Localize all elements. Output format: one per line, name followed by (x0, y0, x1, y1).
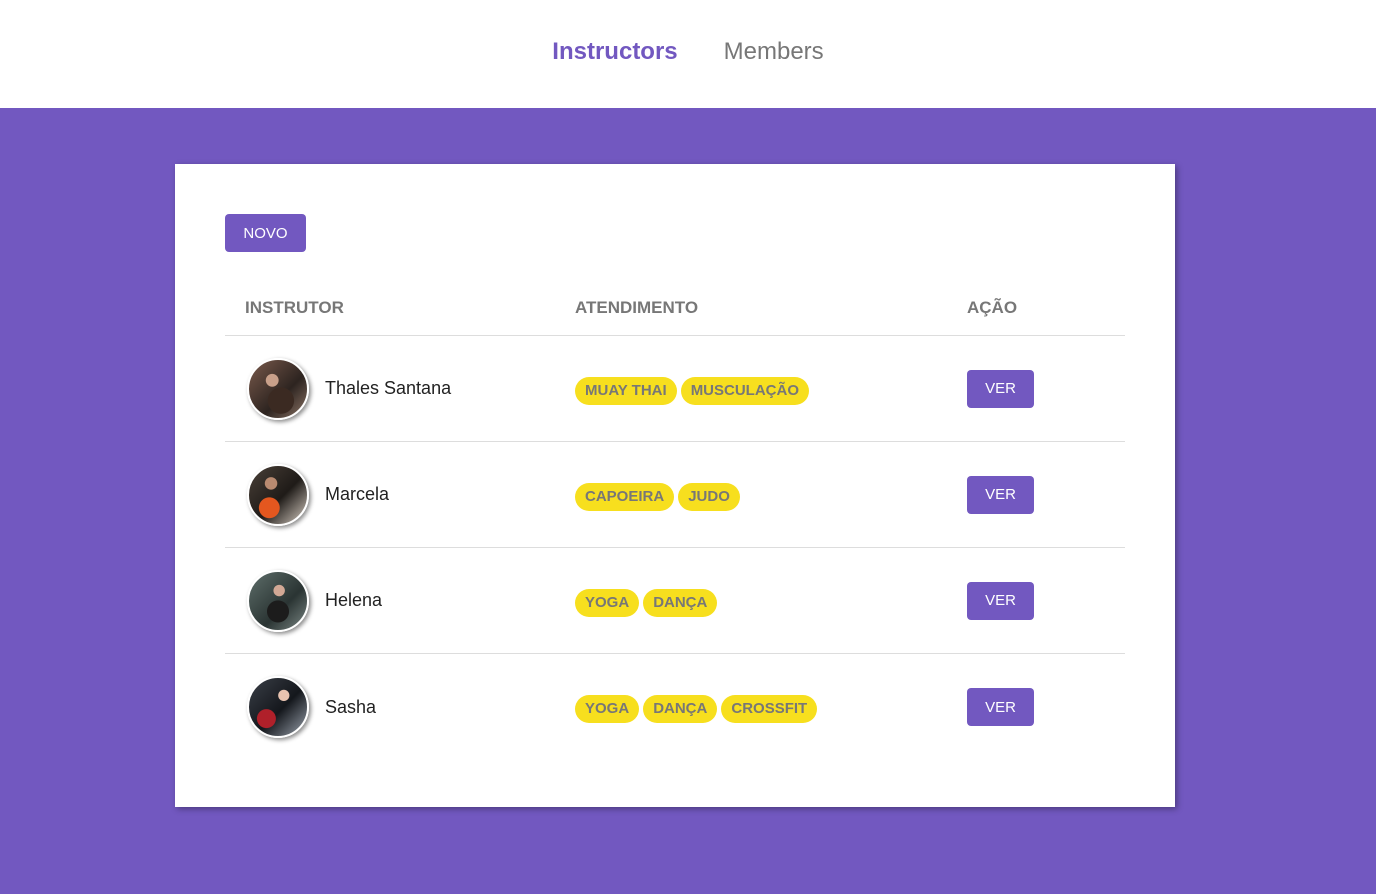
top-nav: Instructors Members (0, 0, 1376, 108)
instructors-card: Novo Instrutor Atendimento Ação Thales S… (175, 164, 1175, 807)
table-row: Sasha Yoga Dança Crossfit Ver (225, 654, 1125, 760)
table-header: Instrutor Atendimento Ação (225, 280, 1125, 336)
action-cell: Ver (967, 369, 1125, 408)
header-instrutor: Instrutor (245, 297, 344, 317)
action-cell: Ver (967, 688, 1125, 726)
service-tag: Musculação (680, 376, 810, 405)
view-button[interactable]: Ver (967, 581, 1034, 620)
header-acao: Ação (967, 297, 1018, 317)
view-button[interactable]: Ver (967, 369, 1034, 408)
avatar (247, 357, 309, 420)
instructor-cell: Helena (225, 569, 575, 632)
instructor-name: Thales Santana (325, 378, 452, 398)
table-row: Marcela Capoeira Judo Ver (225, 442, 1125, 548)
services-cell: Capoeira Judo (575, 479, 967, 511)
instructor-cell: Sasha (225, 676, 575, 738)
header-atendimento: Atendimento (575, 297, 699, 317)
instructor-name: Sasha (325, 696, 377, 717)
services-cell: Yoga Dança (575, 585, 967, 617)
service-tag: Dança (643, 695, 718, 723)
avatar (247, 463, 309, 526)
service-tag: Capoeira (575, 482, 675, 511)
instructors-table: Instrutor Atendimento Ação Thales Santan… (225, 280, 1125, 760)
nav-link-instructors[interactable]: Instructors (552, 38, 677, 66)
service-tag: Yoga (575, 695, 640, 723)
view-button[interactable]: Ver (967, 475, 1034, 514)
instructor-name: Marcela (325, 484, 390, 504)
service-tag: Muay Thai (575, 376, 677, 405)
view-button[interactable]: Ver (967, 688, 1034, 726)
service-tag: Dança (643, 588, 718, 617)
services-cell: Muay Thai Musculação (575, 373, 967, 405)
table-row: Helena Yoga Dança Ver (225, 548, 1125, 654)
avatar (247, 569, 309, 632)
new-instructor-button[interactable]: Novo (225, 214, 306, 252)
instructor-name: Helena (325, 590, 383, 610)
instructor-cell: Marcela (225, 463, 575, 526)
service-tag: Yoga (575, 588, 640, 617)
action-cell: Ver (967, 475, 1125, 514)
action-cell: Ver (967, 581, 1125, 620)
services-cell: Yoga Dança Crossfit (575, 691, 967, 723)
instructor-cell: Thales Santana (225, 357, 575, 420)
nav-link-members[interactable]: Members (724, 38, 824, 66)
service-tag: Judo (678, 482, 740, 511)
service-tag: Crossfit (721, 695, 818, 723)
table-row: Thales Santana Muay Thai Musculação Ver (225, 336, 1125, 442)
avatar (247, 676, 309, 738)
